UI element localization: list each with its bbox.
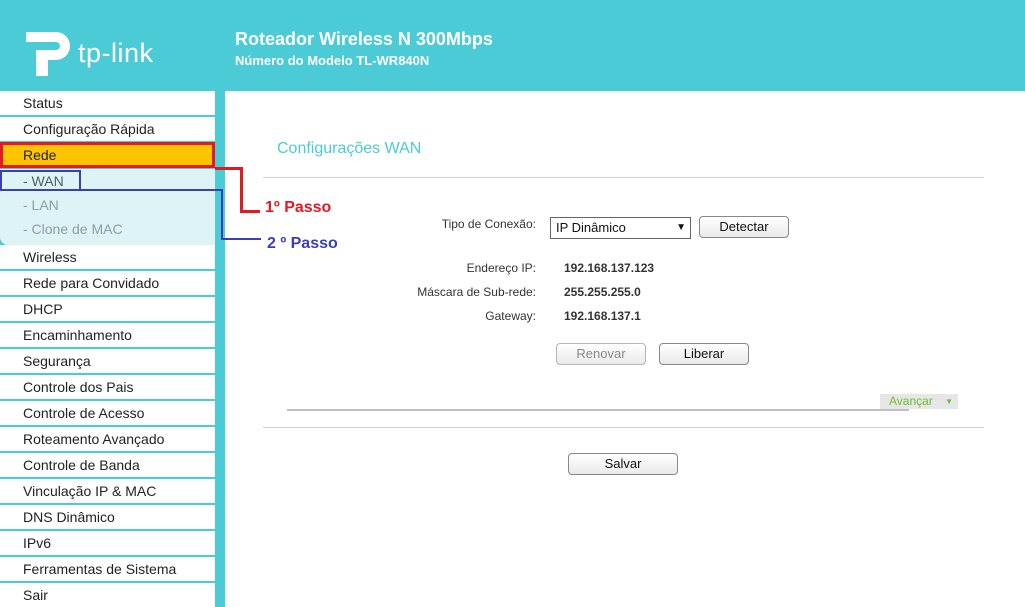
advanced-toggle[interactable]: Avançar ▼ bbox=[880, 394, 958, 409]
page-title: Configurações WAN bbox=[277, 140, 422, 157]
menu-item-wireless[interactable]: Wireless bbox=[0, 245, 215, 271]
gateway-label: Gateway: bbox=[485, 309, 536, 323]
renew-button[interactable]: Renovar bbox=[556, 343, 646, 365]
step2-connector-v bbox=[221, 189, 223, 240]
model-number: Número do Modelo TL-WR840N bbox=[235, 53, 430, 68]
menu-item-guest-network[interactable]: Rede para Convidado bbox=[0, 271, 215, 297]
connection-type-label: Tipo de Conexão: bbox=[441, 217, 536, 231]
menu-item-ipv6[interactable]: IPv6 bbox=[0, 531, 215, 557]
subnet-mask-value: 255.255.255.0 bbox=[564, 285, 641, 299]
menu-item-access-control[interactable]: Controle de Acesso bbox=[0, 401, 215, 427]
advanced-label: Avançar bbox=[889, 394, 933, 408]
sidebar-menu: Status Configuração Rápida Rede - WAN - … bbox=[0, 91, 215, 607]
release-button[interactable]: Liberar bbox=[659, 343, 749, 365]
detect-button[interactable]: Detectar bbox=[699, 216, 789, 238]
menu-item-dhcp[interactable]: DHCP bbox=[0, 297, 215, 323]
save-button[interactable]: Salvar bbox=[568, 453, 678, 475]
top-header: tp-link Roteador Wireless N 300Mbps Núme… bbox=[0, 0, 1025, 91]
step2-label: 2 º Passo bbox=[267, 235, 338, 252]
logo-text: tp-link bbox=[78, 38, 154, 68]
step1-connector-v bbox=[240, 167, 243, 213]
menu-item-dynamic-dns[interactable]: DNS Dinâmico bbox=[0, 505, 215, 531]
tp-link-logo: tp-link bbox=[22, 28, 162, 80]
connection-type-value: IP Dinâmico bbox=[556, 220, 626, 235]
menu-item-ip-mac-binding[interactable]: Vinculação IP & MAC bbox=[0, 479, 215, 505]
menu-item-security[interactable]: Segurança bbox=[0, 349, 215, 375]
menu-item-parental-control[interactable]: Controle dos Pais bbox=[0, 375, 215, 401]
step2-connector-h1 bbox=[81, 189, 223, 191]
ip-address-value: 192.168.137.123 bbox=[564, 261, 655, 275]
product-title: Roteador Wireless N 300Mbps bbox=[235, 29, 493, 49]
menu-item-forwarding[interactable]: Encaminhamento bbox=[0, 323, 215, 349]
step1-connector-h1 bbox=[215, 167, 242, 170]
divider-top bbox=[263, 177, 984, 178]
step1-connector-h2 bbox=[240, 210, 260, 213]
step1-label: 1º Passo bbox=[265, 199, 332, 216]
gateway-value: 192.168.137.1 bbox=[564, 309, 641, 323]
menu-item-network[interactable]: Rede bbox=[0, 143, 215, 169]
sidebar: Status Configuração Rápida Rede - WAN - … bbox=[0, 91, 225, 607]
network-submenu: - WAN - LAN - Clone de MAC bbox=[0, 169, 215, 245]
chevron-down-icon: ▼ bbox=[945, 397, 953, 406]
divider-bottom bbox=[263, 427, 984, 428]
dropdown-arrow-icon: ▼ bbox=[676, 222, 686, 233]
subnet-mask-label: Máscara de Sub-rede: bbox=[417, 285, 536, 299]
connection-type-select[interactable]: IP Dinâmico ▼ bbox=[550, 217, 691, 239]
submenu-item-lan[interactable]: - LAN bbox=[0, 193, 215, 217]
tp-link-logo-icon bbox=[26, 32, 70, 76]
step2-connector-h2 bbox=[221, 238, 261, 240]
menu-item-quick-setup[interactable]: Configuração Rápida bbox=[0, 117, 215, 143]
router-admin-page: tp-link Roteador Wireless N 300Mbps Núme… bbox=[0, 0, 1025, 607]
ip-address-label: Endereço IP: bbox=[466, 261, 536, 275]
menu-item-logout[interactable]: Sair bbox=[0, 583, 215, 607]
menu-item-bandwidth-control[interactable]: Controle de Banda bbox=[0, 453, 215, 479]
menu-item-status[interactable]: Status bbox=[0, 91, 215, 117]
advanced-divider bbox=[287, 409, 909, 411]
menu-item-advanced-routing[interactable]: Roteamento Avançado bbox=[0, 427, 215, 453]
menu-item-system-tools[interactable]: Ferramentas de Sistema bbox=[0, 557, 215, 583]
submenu-item-mac-clone[interactable]: - Clone de MAC bbox=[0, 217, 215, 241]
